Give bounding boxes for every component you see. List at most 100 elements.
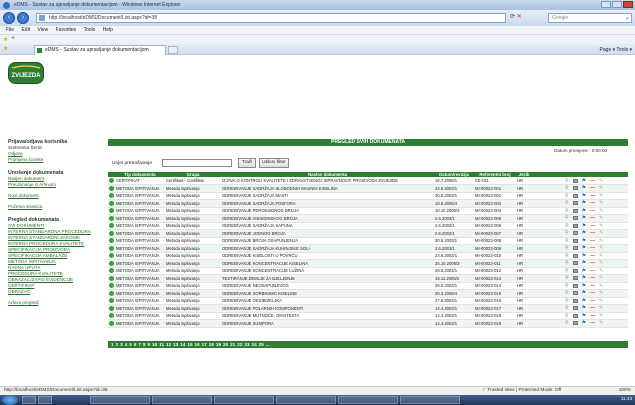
view-icon[interactable]: ⚲ — [565, 260, 569, 266]
minimize-button[interactable] — [601, 1, 611, 8]
pager-link[interactable]: 15 — [187, 342, 192, 347]
delete-icon[interactable]: — — [590, 305, 595, 311]
taskbar-item[interactable] — [90, 396, 150, 404]
edit-icon[interactable]: ✎ — [599, 268, 603, 274]
favorites-center-icon[interactable]: ★ — [3, 45, 8, 52]
menu-edit[interactable]: Edit — [21, 26, 30, 35]
edit-icon[interactable]: ✎ — [599, 215, 603, 221]
flag-icon[interactable]: ⚑ — [582, 223, 586, 229]
delete-icon[interactable]: — — [590, 230, 595, 236]
maximize-button[interactable] — [612, 1, 622, 8]
flag-icon[interactable]: ⚑ — [582, 230, 586, 236]
delete-icon[interactable]: — — [590, 208, 595, 214]
pager-link[interactable]: 2 — [116, 342, 119, 347]
pager-link[interactable]: 5 — [129, 342, 132, 347]
address-bar[interactable]: http://localhost/eDMS/Document/List.aspx… — [36, 13, 506, 23]
edit-icon[interactable]: ✎ — [599, 178, 603, 184]
flag-icon[interactable]: ⚑ — [582, 215, 586, 221]
delete-icon[interactable]: — — [590, 193, 595, 199]
delete-icon[interactable]: — — [590, 268, 595, 274]
table-row[interactable]: METODA ISPITIVANJA Metoda ispitivanja ODRE… — [108, 297, 628, 305]
table-row[interactable]: METODA ISPITIVANJA Metoda ispitivanja ODRE… — [108, 312, 628, 320]
view-icon[interactable]: ⚲ — [565, 290, 569, 296]
flag-icon[interactable]: ⚑ — [582, 305, 586, 311]
view-icon[interactable]: ⚲ — [565, 208, 569, 214]
menu-favorites[interactable]: Favorites — [56, 26, 77, 35]
pager-link[interactable]: 1 — [111, 342, 114, 347]
view-icon[interactable]: ⚲ — [565, 320, 569, 326]
print-icon[interactable] — [572, 216, 578, 221]
pager-link[interactable]: 10 — [152, 342, 157, 347]
back-button[interactable]: ‹ — [3, 12, 15, 24]
delete-icon[interactable]: — — [590, 185, 595, 191]
delete-icon[interactable]: — — [590, 253, 595, 259]
pager-link[interactable]: 17 — [202, 342, 207, 347]
print-icon[interactable] — [572, 268, 578, 273]
menu-help[interactable]: Help — [103, 26, 113, 35]
pager-link[interactable]: 8 — [143, 342, 146, 347]
flag-icon[interactable]: ⚑ — [582, 193, 586, 199]
view-icon[interactable]: ⚲ — [565, 238, 569, 244]
flag-icon[interactable]: ⚑ — [582, 268, 586, 274]
taskbar-item[interactable] — [38, 396, 52, 404]
pager-link[interactable]: 14 — [180, 342, 185, 347]
pager-link[interactable]: 18 — [209, 342, 214, 347]
column-header-ref[interactable]: Referentni broj — [474, 172, 516, 177]
favorites-star-icon[interactable]: ★ — [3, 36, 8, 43]
view-icon[interactable]: ⚲ — [565, 275, 569, 281]
pager-link[interactable]: ... — [266, 342, 270, 347]
table-row[interactable]: METODA ISPITIVANJA Metoda ispitivanja ODRE… — [108, 289, 628, 298]
pager-link[interactable]: 21 — [230, 342, 235, 347]
flag-icon[interactable]: ⚑ — [582, 185, 586, 191]
pager-link[interactable]: 12 — [166, 342, 171, 347]
table-row[interactable]: CERTIFIKAT Certifikati - Certifikat IZJAVA… — [108, 177, 628, 185]
table-row[interactable]: METODA ISPITIVANJA Metoda ispitivanja ODRE… — [108, 207, 628, 215]
pager-link[interactable]: 6 — [134, 342, 137, 347]
view-icon[interactable]: ⚲ — [565, 305, 569, 311]
table-row[interactable]: METODA ISPITIVANJA Metoda ispitivanja ODRE… — [108, 184, 628, 193]
flag-icon[interactable]: ⚑ — [582, 298, 586, 304]
delete-icon[interactable]: — — [590, 238, 595, 244]
start-button[interactable] — [2, 395, 18, 405]
print-icon[interactable] — [572, 231, 578, 236]
table-row[interactable]: METODA ISPITIVANJA Metoda ispitivanja ODRE… — [108, 199, 628, 208]
view-icon[interactable]: ⚲ — [565, 298, 569, 304]
taskbar-item[interactable] — [400, 396, 460, 404]
pager-link[interactable]: 7 — [138, 342, 141, 347]
table-row[interactable]: METODA ISPITIVANJA Metoda ispitivanja ODRE… — [108, 259, 628, 268]
print-icon[interactable] — [572, 186, 578, 191]
taskbar-item[interactable] — [214, 396, 274, 404]
add-favorite-icon[interactable]: + — [11, 35, 15, 42]
search-button[interactable]: Traži — [238, 158, 256, 168]
table-row[interactable]: METODA ISPITIVANJA Metoda ispitivanja ODRE… — [108, 229, 628, 238]
print-icon[interactable] — [572, 178, 578, 183]
pager-link[interactable]: 9 — [148, 342, 151, 347]
sidebar-link-arhiva[interactable]: Arhiva pregledi — [8, 300, 100, 306]
table-row[interactable]: METODA ISPITIVANJA Metoda ispitivanja ODRE… — [108, 319, 628, 328]
taskbar-item[interactable] — [276, 396, 336, 404]
edit-icon[interactable]: ✎ — [599, 193, 603, 199]
edit-icon[interactable]: ✎ — [599, 290, 603, 296]
delete-icon[interactable]: — — [590, 298, 595, 304]
delete-icon[interactable]: — — [590, 245, 595, 251]
print-icon[interactable] — [572, 261, 578, 266]
print-icon[interactable] — [572, 201, 578, 206]
flag-icon[interactable]: ⚑ — [582, 238, 586, 244]
flag-icon[interactable]: ⚑ — [582, 313, 586, 319]
edit-icon[interactable]: ✎ — [599, 200, 603, 206]
print-icon[interactable] — [572, 238, 578, 243]
view-icon[interactable]: ⚲ — [565, 193, 569, 199]
edit-icon[interactable]: ✎ — [599, 283, 603, 289]
forward-button[interactable]: › — [17, 12, 29, 24]
view-icon[interactable]: ⚲ — [565, 245, 569, 251]
pager-link[interactable]: 11 — [159, 342, 164, 347]
pager-link[interactable]: 4 — [125, 342, 128, 347]
edit-icon[interactable]: ✎ — [599, 253, 603, 259]
edit-icon[interactable]: ✎ — [599, 320, 603, 326]
print-icon[interactable] — [572, 298, 578, 303]
edit-icon[interactable]: ✎ — [599, 238, 603, 244]
view-icon[interactable]: ⚲ — [565, 215, 569, 221]
filter-input[interactable] — [162, 159, 232, 167]
pager-link[interactable]: 24 — [252, 342, 257, 347]
pager-link[interactable]: 22 — [237, 342, 242, 347]
